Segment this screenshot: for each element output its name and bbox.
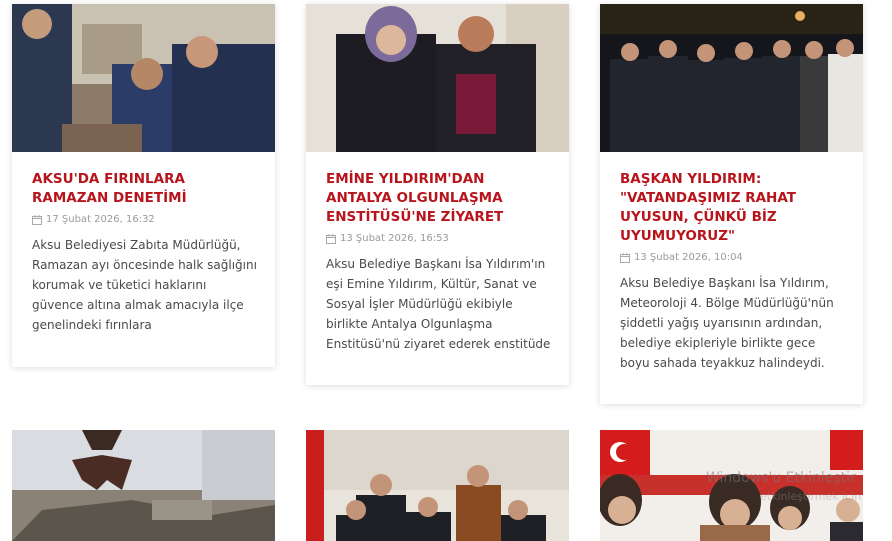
news-card-2[interactable]: EMİNE YILDIRIM'DAN ANTALYA OLGUNLAŞMA EN… xyxy=(306,4,569,385)
news-card-3[interactable]: BAŞKAN YILDIRIM: "VATANDAŞIMIZ RAHAT UYU… xyxy=(600,4,863,404)
news-date-text-3: 13 Şubat 2026, 10:04 xyxy=(634,252,743,263)
news-image-2[interactable] xyxy=(306,4,569,152)
news-card-1[interactable]: AKSU'DA FIRINLARA RAMAZAN DENETİMİ 17 Şu… xyxy=(12,4,275,367)
news-excerpt-1: Aksu Belediyesi Zabıta Müdürlüğü, Ramaza… xyxy=(32,238,257,332)
news-date-text-1: 17 Şubat 2026, 16:32 xyxy=(46,214,155,225)
calendar-icon xyxy=(620,252,630,263)
windows-activation-subtext: etkinleştirmek için xyxy=(760,490,862,503)
news-title-1[interactable]: AKSU'DA FIRINLARA RAMAZAN DENETİMİ xyxy=(32,170,259,208)
news-image-1[interactable] xyxy=(12,4,275,152)
news-excerpt-2: Aksu Belediye Başkanı İsa Yıldırım'ın eş… xyxy=(326,257,551,351)
news-date-text-2: 13 Şubat 2026, 16:53 xyxy=(340,233,449,244)
news-title-2[interactable]: EMİNE YILDIRIM'DAN ANTALYA OLGUNLAŞMA EN… xyxy=(326,170,553,227)
news-image-5[interactable] xyxy=(306,430,569,541)
news-date-3: 13 Şubat 2026, 10:04 xyxy=(620,252,847,263)
news-image-4[interactable] xyxy=(12,430,275,541)
news-excerpt-3: Aksu Belediye Başkanı İsa Yıldırım, Mete… xyxy=(620,276,834,370)
windows-activation-watermark: Windows'u Etkinleştir xyxy=(706,470,856,486)
news-title-3[interactable]: BAŞKAN YILDIRIM: "VATANDAŞIMIZ RAHAT UYU… xyxy=(620,170,847,246)
news-image-3[interactable] xyxy=(600,4,863,152)
news-date-1: 17 Şubat 2026, 16:32 xyxy=(32,214,259,225)
calendar-icon xyxy=(326,233,336,244)
news-date-2: 13 Şubat 2026, 16:53 xyxy=(326,233,553,244)
calendar-icon xyxy=(32,214,42,225)
